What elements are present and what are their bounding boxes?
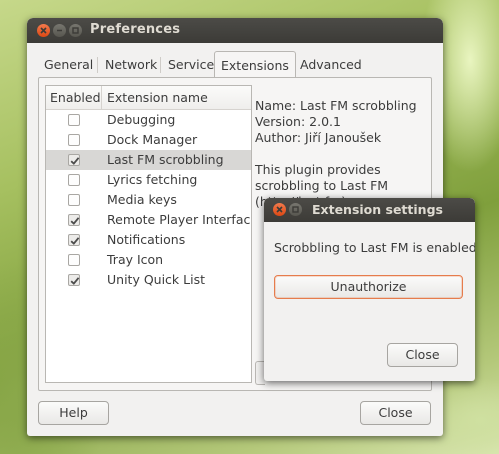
enabled-checkbox[interactable] — [68, 214, 80, 226]
extension-info: Name: Last FM scrobbling Version: 2.0.1 … — [255, 98, 431, 210]
extension-name: Debugging — [107, 112, 176, 127]
list-item[interactable]: Debugging — [46, 110, 251, 130]
extension-version-line: Version: 2.0.1 — [255, 114, 341, 129]
list-item[interactable]: Last FM scrobbling — [46, 150, 251, 170]
list-header: Enabled Extension name — [46, 86, 251, 110]
window-title: Preferences — [90, 22, 181, 37]
tab-general[interactable]: General — [38, 53, 99, 77]
list-item[interactable]: Dock Manager — [46, 130, 251, 150]
tab-network[interactable]: Network — [99, 53, 163, 77]
extension-name: Remote Player Interface — [107, 212, 252, 227]
dialog-close-text-button[interactable]: Close — [387, 343, 458, 367]
dialog-titlebar[interactable]: Extension settings — [264, 198, 475, 222]
minimize-icon — [56, 27, 63, 34]
close-button[interactable]: Close — [360, 401, 431, 425]
preferences-titlebar[interactable]: Preferences — [27, 18, 443, 43]
column-divider[interactable] — [101, 86, 102, 110]
extension-list[interactable]: Enabled Extension name Debugging Dock Man… — [45, 85, 252, 383]
tab-separator — [97, 57, 98, 73]
extension-name: Notifications — [107, 232, 186, 247]
column-header-enabled[interactable]: Enabled — [50, 90, 101, 105]
close-icon — [276, 206, 283, 213]
extension-rows: Debugging Dock Manager Last FM scrobbling L… — [46, 110, 251, 290]
dialog-title: Extension settings — [312, 202, 443, 217]
maximize-icon — [292, 206, 299, 213]
maximize-icon — [72, 27, 79, 34]
window-maximize-button[interactable] — [69, 24, 82, 37]
enabled-checkbox[interactable] — [68, 194, 80, 206]
list-item[interactable]: Media keys — [46, 190, 251, 210]
tab-service[interactable]: Service — [162, 53, 220, 77]
extension-settings-dialog: Extension settings Scrobbling to Last FM… — [264, 198, 475, 381]
extension-name: Last FM scrobbling — [107, 152, 224, 167]
enabled-checkbox[interactable] — [68, 114, 80, 126]
tab-advanced[interactable]: Advanced — [294, 53, 368, 77]
help-button[interactable]: Help — [38, 401, 109, 425]
window-minimize-button[interactable] — [53, 24, 66, 37]
tab-separator — [160, 57, 161, 73]
tab-extensions[interactable]: Extensions — [214, 51, 296, 78]
window-close-button[interactable] — [37, 24, 50, 37]
enabled-checkbox[interactable] — [68, 274, 80, 286]
enabled-checkbox[interactable] — [68, 174, 80, 186]
enabled-checkbox[interactable] — [68, 154, 80, 166]
list-item[interactable]: Lyrics fetching — [46, 170, 251, 190]
column-header-name[interactable]: Extension name — [107, 90, 208, 105]
extension-name: Unity Quick List — [107, 272, 205, 287]
enabled-checkbox[interactable] — [68, 234, 80, 246]
list-item[interactable]: Remote Player Interface — [46, 210, 251, 230]
dialog-maximize-button[interactable] — [289, 203, 302, 216]
enabled-checkbox[interactable] — [68, 134, 80, 146]
extension-author-line: Author: Jiří Janoušek — [255, 130, 382, 145]
list-item[interactable]: Notifications — [46, 230, 251, 250]
enabled-checkbox[interactable] — [68, 254, 80, 266]
extension-name-line: Name: Last FM scrobbling — [255, 98, 417, 113]
dialog-close-button[interactable] — [273, 203, 286, 216]
dialog-message: Scrobbling to Last FM is enabled. — [274, 240, 475, 255]
list-item[interactable]: Unity Quick List — [46, 270, 251, 290]
list-item[interactable]: Tray Icon — [46, 250, 251, 270]
extension-name: Lyrics fetching — [107, 172, 198, 187]
unauthorize-button[interactable]: Unauthorize — [274, 275, 463, 299]
extension-name: Media keys — [107, 192, 177, 207]
close-icon — [40, 27, 47, 34]
extension-name: Tray Icon — [107, 252, 164, 267]
extension-name: Dock Manager — [107, 132, 198, 147]
